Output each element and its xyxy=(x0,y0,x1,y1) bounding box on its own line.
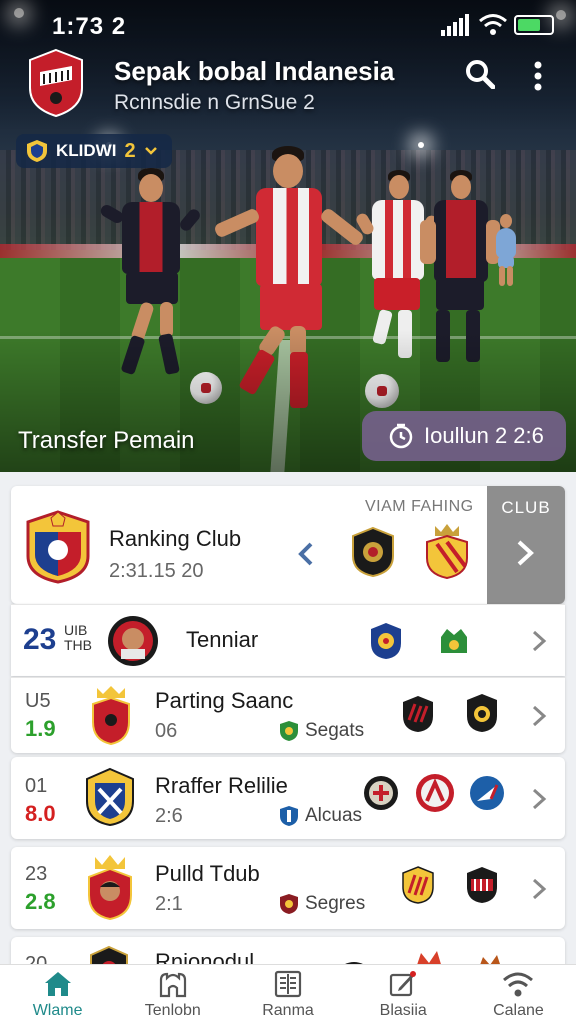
rank-codes: UIB THB xyxy=(64,622,92,653)
club-crest xyxy=(88,855,132,921)
shield-icon xyxy=(27,140,47,162)
rank-position: U5 xyxy=(25,690,51,712)
app-title: Sepak bobal Indanesia xyxy=(114,56,395,86)
chevron-right-icon xyxy=(532,705,547,727)
shield-icon xyxy=(280,806,298,826)
tab-label: Wlame xyxy=(32,1001,83,1019)
rank-score: 1.9 xyxy=(25,716,56,741)
club-crest xyxy=(467,694,497,732)
club-crest xyxy=(364,776,398,810)
league-number: 2 xyxy=(124,139,136,162)
club-crest xyxy=(86,767,134,827)
more-button[interactable] xyxy=(518,56,558,96)
tab-news[interactable]: Blasiia xyxy=(346,965,461,1024)
rank-number: 23 xyxy=(23,623,57,656)
club-crest xyxy=(26,510,90,584)
status-time: 1:73 2 xyxy=(52,13,127,40)
club-crest xyxy=(470,776,504,810)
club-crest xyxy=(426,524,468,580)
chevron-right-icon xyxy=(532,878,547,900)
club-crest xyxy=(441,629,467,653)
shield-icon xyxy=(280,721,298,741)
signal-icon xyxy=(441,14,469,36)
clock-icon xyxy=(389,423,413,449)
home-icon xyxy=(44,971,71,996)
card-time: 2:31.15 20 xyxy=(109,560,204,582)
league-label: KLIDWI xyxy=(56,141,117,160)
club-sub: 2:6 xyxy=(155,805,183,827)
club-ranking-list: Ranking Club 2:31.15 20 VIAM FAHING CLUB… xyxy=(0,472,576,977)
club-crest xyxy=(108,616,158,666)
club-crest xyxy=(402,866,434,904)
club-crest xyxy=(371,623,401,659)
club-row[interactable]: 01 8.0 Rraffer Relilie 2:6 Alcuas xyxy=(11,757,565,839)
rank-score: 2.8 xyxy=(25,889,56,914)
rank-position: 23 xyxy=(25,863,48,885)
chevron-right-icon xyxy=(532,630,547,652)
club-sub: 2:1 xyxy=(155,893,183,915)
club-crest xyxy=(403,696,433,732)
tab-label: Tenlobn xyxy=(144,1001,201,1019)
tab-live[interactable]: Calane xyxy=(461,965,576,1024)
club-tag: Alcuas xyxy=(279,805,362,827)
club-name: Tenniar xyxy=(186,627,259,652)
club-name: Pulld Tdub xyxy=(155,861,260,886)
tab-stadium[interactable]: Tenlobn xyxy=(115,965,230,1024)
ranking-club-card[interactable]: Ranking Club 2:31.15 20 VIAM FAHING CLUB xyxy=(11,486,565,604)
hero-banner[interactable]: 1:73 2 Sepak bobal Indanesia Rcnnsdie n … xyxy=(0,0,576,472)
club-crest xyxy=(352,526,394,578)
status-bar: 1:73 2 xyxy=(0,0,576,50)
chevron-left-icon[interactable] xyxy=(297,542,315,566)
tab-label: Calane xyxy=(493,1001,544,1019)
club-tab[interactable]: CLUB xyxy=(487,486,565,604)
more-vert-icon xyxy=(534,61,542,91)
app-subtitle: Rcnnsdie n GrnSue 2 xyxy=(114,91,315,114)
search-icon xyxy=(466,60,495,89)
chevron-down-icon xyxy=(144,147,157,155)
tab-ranking[interactable]: Ranma xyxy=(230,965,345,1024)
edit-icon xyxy=(390,970,417,996)
club-crest xyxy=(416,774,454,812)
hero-caption: Transfer Pemain xyxy=(18,427,195,454)
club-tag: Segats xyxy=(279,720,364,742)
bottom-tab-bar: Wlame Tenlobn Ranma Blasiia Calane xyxy=(0,964,576,1024)
club-tag: Segres xyxy=(279,893,365,915)
card-title: Ranking Club xyxy=(109,526,242,551)
search-button[interactable] xyxy=(460,54,500,94)
countdown-text: Ioullun 2 2:6 xyxy=(424,423,544,448)
wifi-icon xyxy=(503,972,534,996)
chevron-right-icon xyxy=(517,540,534,566)
rank-position: 01 xyxy=(25,775,48,797)
tab-label: Blasiia xyxy=(379,1001,427,1019)
stadium-icon xyxy=(159,972,186,997)
club-tab-label: CLUB xyxy=(501,498,551,517)
tab-label: Ranma xyxy=(262,1001,314,1019)
app-logo xyxy=(29,48,83,118)
rank-score: 8.0 xyxy=(25,801,56,826)
club-row[interactable]: 23 UIB THB Tenniar xyxy=(11,604,565,676)
wifi-icon xyxy=(479,14,507,35)
shield-icon xyxy=(280,894,298,914)
club-crest xyxy=(467,867,497,903)
table-icon xyxy=(274,970,302,997)
club-row[interactable]: U5 1.9 Parting Saanc 06 Segats xyxy=(11,677,565,753)
battery-icon xyxy=(514,15,554,35)
chevron-right-icon xyxy=(532,788,547,810)
club-crest xyxy=(92,686,130,746)
tab-home[interactable]: Wlame xyxy=(0,965,115,1024)
club-sub: 06 xyxy=(155,720,178,742)
league-selector[interactable]: KLIDWI 2 xyxy=(16,134,172,168)
club-name: Rraffer Relilie xyxy=(155,773,288,798)
club-name: Parting Saanc xyxy=(155,688,294,713)
club-row[interactable]: 23 2.8 Pulld Tdub 2:1 Segres xyxy=(11,847,565,929)
countdown-pill[interactable]: Ioullun 2 2:6 xyxy=(362,411,566,461)
header-label: VIAM FAHING xyxy=(365,498,474,515)
